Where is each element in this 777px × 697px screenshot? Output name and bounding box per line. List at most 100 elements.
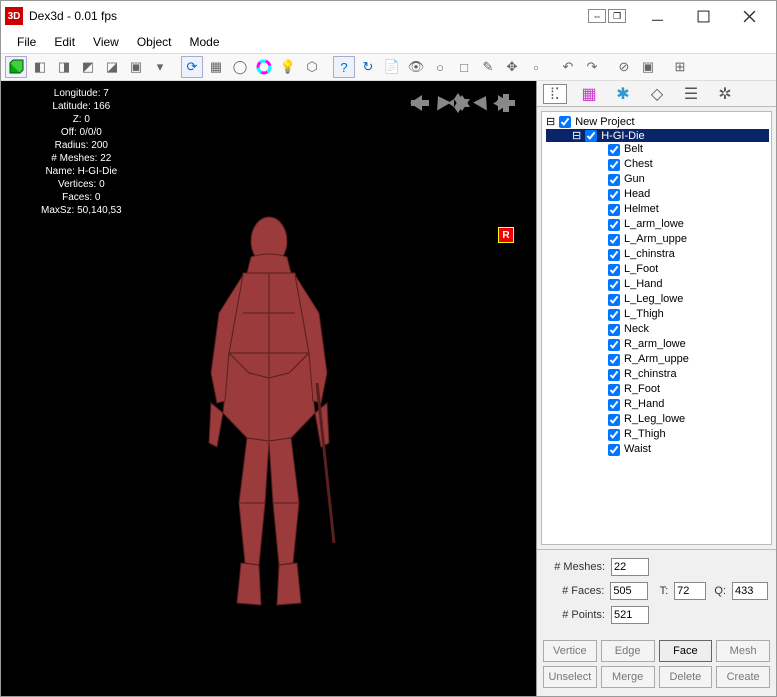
tool-cube5-icon[interactable]: ◪ bbox=[101, 56, 123, 78]
item-checkbox[interactable] bbox=[608, 234, 620, 246]
tree-item[interactable]: L_Leg_lowe bbox=[546, 292, 769, 307]
tree-item[interactable]: R_Thigh bbox=[546, 427, 769, 442]
tool-box-icon[interactable]: ▦ bbox=[205, 56, 227, 78]
tool-doc-icon[interactable]: 📄 bbox=[381, 56, 403, 78]
tool-square-icon[interactable]: □ bbox=[453, 56, 475, 78]
tool-cube3-icon[interactable]: ◨ bbox=[53, 56, 75, 78]
tool-move-icon[interactable]: ✥ bbox=[501, 56, 523, 78]
tab-gear-icon[interactable]: ✲ bbox=[713, 84, 737, 104]
tool-cube-icon[interactable] bbox=[5, 56, 27, 78]
item-checkbox[interactable] bbox=[608, 324, 620, 336]
tree-item[interactable]: R_arm_lowe bbox=[546, 337, 769, 352]
item-checkbox[interactable] bbox=[608, 249, 620, 261]
q-input[interactable] bbox=[732, 582, 768, 600]
tree-root[interactable]: ⊟ New Project bbox=[546, 114, 769, 129]
tool-redo-icon[interactable]: ↷ bbox=[581, 56, 603, 78]
tool-undo-icon[interactable]: ↶ bbox=[557, 56, 579, 78]
merge-button[interactable]: Merge bbox=[601, 666, 655, 688]
collapse-icon[interactable]: ⊟ bbox=[572, 129, 581, 142]
tree-item[interactable]: L_Thigh bbox=[546, 307, 769, 322]
tree-item[interactable]: Chest bbox=[546, 157, 769, 172]
tree-item[interactable]: L_Foot bbox=[546, 262, 769, 277]
item-checkbox[interactable] bbox=[608, 279, 620, 291]
item-checkbox[interactable] bbox=[608, 294, 620, 306]
tool-rotate-icon[interactable]: ⟳ bbox=[181, 56, 203, 78]
tool-cube7-icon[interactable]: ⬡ bbox=[301, 56, 323, 78]
item-checkbox[interactable] bbox=[585, 130, 597, 142]
tool-pencil-icon[interactable]: ✎ bbox=[477, 56, 499, 78]
tool-help-icon[interactable]: ? bbox=[333, 56, 355, 78]
tool-circle2-icon[interactable]: ○ bbox=[429, 56, 451, 78]
tree-item[interactable]: R_chinstra bbox=[546, 367, 769, 382]
hierarchy-tree[interactable]: ⊟ New Project ⊟ H-GI-Die Belt Chest Gun … bbox=[541, 111, 772, 545]
tree-item[interactable]: L_Arm_uppe bbox=[546, 232, 769, 247]
tool-eye-icon[interactable]: 👁 bbox=[405, 56, 427, 78]
item-checkbox[interactable] bbox=[608, 384, 620, 396]
window-extra-buttons[interactable]: ⇔ ❐ bbox=[588, 9, 626, 23]
item-checkbox[interactable] bbox=[608, 444, 620, 456]
tab-hierarchy-icon[interactable]: ⁞⁚ bbox=[543, 84, 567, 104]
item-checkbox[interactable] bbox=[608, 159, 620, 171]
item-checkbox[interactable] bbox=[608, 219, 620, 231]
vertice-button[interactable]: Vertice bbox=[543, 640, 597, 662]
tool-cube6-icon[interactable]: ▣ bbox=[125, 56, 147, 78]
edge-button[interactable]: Edge bbox=[601, 640, 655, 662]
menu-edit[interactable]: Edit bbox=[54, 35, 75, 49]
tool-sm1-icon[interactable]: ▫ bbox=[525, 56, 547, 78]
tool-bulb-icon[interactable]: 💡 bbox=[277, 56, 299, 78]
tab-layers-icon[interactable]: ☰ bbox=[679, 84, 703, 104]
tool-arrows-icon[interactable]: ⇔ bbox=[588, 9, 606, 23]
tool-circle-icon[interactable]: ◯ bbox=[229, 56, 251, 78]
tool-cube2-icon[interactable]: ◧ bbox=[29, 56, 51, 78]
tab-grid-icon[interactable]: ▦ bbox=[577, 84, 601, 104]
tool-last-icon[interactable]: ⊞ bbox=[669, 56, 691, 78]
tree-item[interactable]: L_chinstra bbox=[546, 247, 769, 262]
item-checkbox[interactable] bbox=[608, 339, 620, 351]
item-checkbox[interactable] bbox=[608, 429, 620, 441]
tree-item[interactable]: Head bbox=[546, 187, 769, 202]
menu-object[interactable]: Object bbox=[137, 35, 172, 49]
tree-item[interactable]: Gun bbox=[546, 172, 769, 187]
tab-shape-icon[interactable]: ◇ bbox=[645, 84, 669, 104]
points-input[interactable] bbox=[611, 606, 649, 624]
tree-item-selected[interactable]: ⊟ H-GI-Die bbox=[546, 129, 769, 142]
tree-item[interactable]: R_Hand bbox=[546, 397, 769, 412]
tool-nosel-icon[interactable]: ⊘ bbox=[613, 56, 635, 78]
tree-item[interactable]: L_Hand bbox=[546, 277, 769, 292]
tree-item[interactable]: R_Foot bbox=[546, 382, 769, 397]
item-checkbox[interactable] bbox=[608, 309, 620, 321]
faces-input[interactable] bbox=[610, 582, 648, 600]
item-checkbox[interactable] bbox=[608, 399, 620, 411]
mesh-button[interactable]: Mesh bbox=[716, 640, 770, 662]
nav-down-icon[interactable] bbox=[450, 91, 474, 115]
unselect-button[interactable]: Unselect bbox=[543, 666, 597, 688]
tree-item[interactable]: Belt bbox=[546, 142, 769, 157]
close-button[interactable] bbox=[726, 1, 772, 31]
menu-view[interactable]: View bbox=[93, 35, 119, 49]
tree-item[interactable]: Helmet bbox=[546, 202, 769, 217]
tab-snow-icon[interactable]: ✱ bbox=[611, 84, 635, 104]
tool-dropdown-icon[interactable]: ▾ bbox=[149, 56, 171, 78]
maximize-button[interactable] bbox=[680, 1, 726, 31]
tree-item[interactable]: R_Arm_uppe bbox=[546, 352, 769, 367]
menu-file[interactable]: File bbox=[17, 35, 36, 49]
item-checkbox[interactable] bbox=[608, 204, 620, 216]
tool-cube4-icon[interactable]: ◩ bbox=[77, 56, 99, 78]
item-checkbox[interactable] bbox=[608, 144, 620, 156]
face-button[interactable]: Face bbox=[659, 640, 713, 662]
tool-refresh-icon[interactable]: ↻ bbox=[357, 56, 379, 78]
tool-color-icon[interactable] bbox=[253, 56, 275, 78]
menu-mode[interactable]: Mode bbox=[190, 35, 220, 49]
collapse-icon[interactable]: ⊟ bbox=[546, 115, 555, 128]
tree-item[interactable]: Neck bbox=[546, 322, 769, 337]
create-button[interactable]: Create bbox=[716, 666, 770, 688]
item-checkbox[interactable] bbox=[608, 414, 620, 426]
item-checkbox[interactable] bbox=[608, 264, 620, 276]
root-checkbox[interactable] bbox=[559, 116, 571, 128]
r-badge[interactable]: R bbox=[498, 227, 514, 243]
tree-item[interactable]: R_Leg_lowe bbox=[546, 412, 769, 427]
tool-sel-icon[interactable]: ▣ bbox=[637, 56, 659, 78]
minimize-button[interactable] bbox=[634, 1, 680, 31]
nav-down-right-icon[interactable] bbox=[490, 91, 514, 115]
item-checkbox[interactable] bbox=[608, 369, 620, 381]
